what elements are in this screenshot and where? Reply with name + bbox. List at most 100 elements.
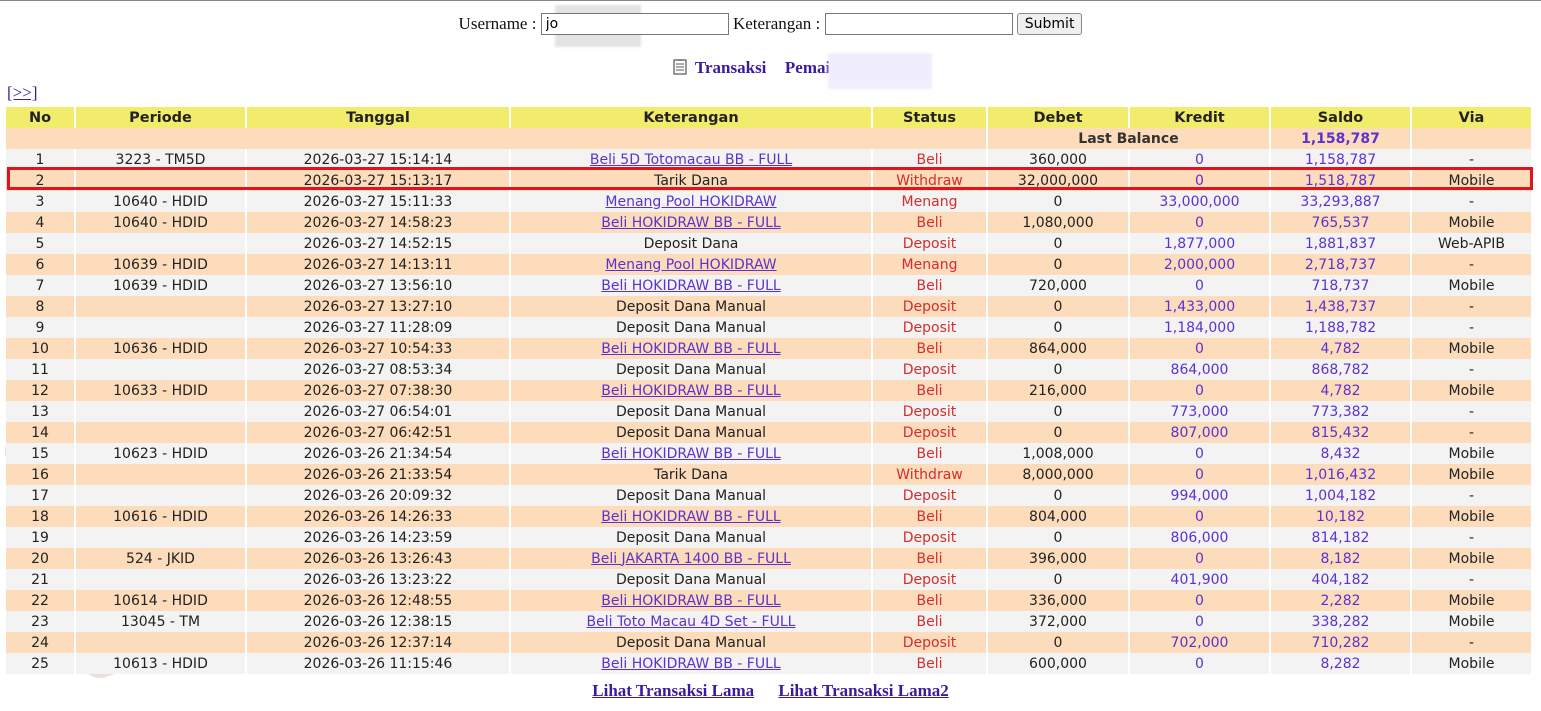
cell-no: 5: [6, 233, 76, 254]
cell-kredit: 702,000: [1129, 632, 1271, 653]
cell-keterangan: Deposit Dana Manual: [510, 296, 873, 317]
cell-via: -: [1411, 254, 1533, 275]
cell-debet: 0: [987, 422, 1130, 443]
table-row: 4 10640 - HDID 2026-03-27 14:58:23 Beli HOK…: [6, 212, 1533, 233]
keterangan-link[interactable]: Beli HOKIDRAW BB - FULL: [601, 383, 780, 399]
cell-tanggal: 2026-03-26 21:33:54: [246, 464, 511, 485]
column-header-status: Status: [872, 107, 988, 128]
cell-tanggal: 2026-03-26 21:34:54: [246, 443, 511, 464]
cell-status: Beli: [872, 149, 988, 170]
cell-via: -: [1411, 485, 1533, 506]
submit-button[interactable]: Submit: [1016, 13, 1083, 36]
cell-periode: 10633 - HDID: [75, 380, 247, 401]
cell-keterangan: Tarik Dana: [510, 170, 873, 191]
keterangan-link[interactable]: Beli HOKIDRAW BB - FULL: [601, 656, 780, 672]
last-balance-row: Last Balance 1,158,787: [6, 128, 1533, 149]
old-transactions-2-link[interactable]: Lihat Transaksi Lama2: [778, 681, 948, 700]
keterangan-link[interactable]: Beli HOKIDRAW BB - FULL: [601, 215, 780, 231]
search-form: Username : Keterangan : Submit: [0, 13, 1541, 36]
cell-periode: 524 - JKID: [75, 548, 247, 569]
cell-status: Deposit: [872, 422, 988, 443]
table-row: 25 10613 - HDID 2026-03-26 11:15:46 Beli HO…: [6, 653, 1533, 674]
cell-periode: 10640 - HDID: [75, 212, 247, 233]
cell-periode: [75, 233, 247, 254]
cell-saldo: 8,182: [1270, 548, 1412, 569]
cell-periode: 3223 - TM5D: [75, 149, 247, 170]
cell-periode: 10616 - HDID: [75, 506, 247, 527]
keterangan-link[interactable]: Beli HOKIDRAW BB - FULL: [601, 278, 780, 294]
cell-periode: [75, 527, 247, 548]
next-page-link[interactable]: [>>]: [7, 83, 38, 103]
keterangan-link[interactable]: Menang Pool HOKIDRAW: [605, 194, 776, 210]
keterangan-link[interactable]: Beli HOKIDRAW BB - FULL: [601, 446, 780, 462]
cell-saldo: 33,293,887: [1270, 191, 1412, 212]
table-row: 13 2026-03-27 06:54:01 Deposit Dana Manual…: [6, 401, 1533, 422]
cell-kredit: 864,000: [1129, 359, 1271, 380]
table-row: 8 2026-03-27 13:27:10 Deposit Dana Manual D…: [6, 296, 1533, 317]
cell-tanggal: 2026-03-27 14:52:15: [246, 233, 511, 254]
table-row: 14 2026-03-27 06:42:51 Deposit Dana Manual…: [6, 422, 1533, 443]
cell-tanggal: 2026-03-26 20:09:32: [246, 485, 511, 506]
cell-saldo: 815,432: [1270, 422, 1412, 443]
keterangan-link[interactable]: Menang Pool HOKIDRAW: [605, 257, 776, 273]
cell-no: 17: [6, 485, 76, 506]
cell-kredit: 0: [1129, 506, 1271, 527]
keterangan-link[interactable]: Beli Toto Macau 4D Set - FULL: [587, 614, 796, 630]
keterangan-link[interactable]: Beli 5D Totomacau BB - FULL: [590, 152, 792, 168]
last-balance-value: 1,158,787: [1270, 128, 1412, 149]
cell-debet: 0: [987, 359, 1130, 380]
cell-status: Menang: [872, 191, 988, 212]
column-header-no: No: [6, 107, 76, 128]
cell-via: -: [1411, 569, 1533, 590]
cell-kredit: 401,900: [1129, 569, 1271, 590]
cell-kredit: 0: [1129, 212, 1271, 233]
cell-periode: [75, 485, 247, 506]
keterangan-link[interactable]: Beli HOKIDRAW BB - FULL: [601, 593, 780, 609]
cell-status: Beli: [872, 212, 988, 233]
cell-kredit: 807,000: [1129, 422, 1271, 443]
cell-saldo: 1,518,787: [1270, 170, 1412, 191]
cell-status: Beli: [872, 443, 988, 464]
cell-saldo: 2,282: [1270, 590, 1412, 611]
cell-saldo: 718,737: [1270, 275, 1412, 296]
old-transactions-link[interactable]: Lihat Transaksi Lama: [592, 681, 754, 700]
cell-saldo: 710,282: [1270, 632, 1412, 653]
cell-keterangan: Beli HOKIDRAW BB - FULL: [510, 443, 873, 464]
cell-keterangan: Beli HOKIDRAW BB - FULL: [510, 338, 873, 359]
cell-tanggal: 2026-03-27 14:13:11: [246, 254, 511, 275]
cell-kredit: 0: [1129, 380, 1271, 401]
cell-no: 20: [6, 548, 76, 569]
cell-status: Beli: [872, 338, 988, 359]
cell-status: Deposit: [872, 233, 988, 254]
cell-status: Beli: [872, 548, 988, 569]
transaction-table: No Periode Tanggal Keterangan Status Debet Kre…: [6, 107, 1533, 674]
cell-debet: 0: [987, 485, 1130, 506]
table-row: 6 10639 - HDID 2026-03-27 14:13:11 Menang P…: [6, 254, 1533, 275]
cell-no: 15: [6, 443, 76, 464]
cell-periode: [75, 569, 247, 590]
table-row: 15 10623 - HDID 2026-03-26 21:34:54 Beli HO…: [6, 443, 1533, 464]
column-header-kredit: Kredit: [1129, 107, 1271, 128]
table-row: 12 10633 - HDID 2026-03-27 07:38:30 Beli HO…: [6, 380, 1533, 401]
keterangan-link[interactable]: Beli JAKARTA 1400 BB - FULL: [591, 551, 791, 567]
table-row: 2 2026-03-27 15:13:17 Tarik Dana Withdraw 32…: [6, 170, 1533, 191]
keterangan-link[interactable]: Beli HOKIDRAW BB - FULL: [601, 341, 780, 357]
keterangan-input[interactable]: [824, 13, 1013, 36]
cell-saldo: 1,438,737: [1270, 296, 1412, 317]
cell-periode: 13045 - TM: [75, 611, 247, 632]
cell-tanggal: 2026-03-26 12:38:15: [246, 611, 511, 632]
cell-kredit: 2,000,000: [1129, 254, 1271, 275]
username-input[interactable]: [540, 13, 729, 36]
table-row: 11 2026-03-27 08:53:34 Deposit Dana Manual…: [6, 359, 1533, 380]
table-row: 22 10614 - HDID 2026-03-26 12:48:55 Beli HO…: [6, 590, 1533, 611]
cell-tanggal: 2026-03-27 08:53:34: [246, 359, 511, 380]
cell-periode: [75, 317, 247, 338]
cell-periode: [75, 170, 247, 191]
cell-saldo: 1,004,182: [1270, 485, 1412, 506]
keterangan-label: Keterangan :: [732, 14, 821, 34]
cell-tanggal: 2026-03-26 11:15:46: [246, 653, 511, 674]
cell-debet: 0: [987, 527, 1130, 548]
keterangan-link[interactable]: Beli HOKIDRAW BB - FULL: [601, 509, 780, 525]
cell-no: 12: [6, 380, 76, 401]
cell-saldo: 2,718,737: [1270, 254, 1412, 275]
